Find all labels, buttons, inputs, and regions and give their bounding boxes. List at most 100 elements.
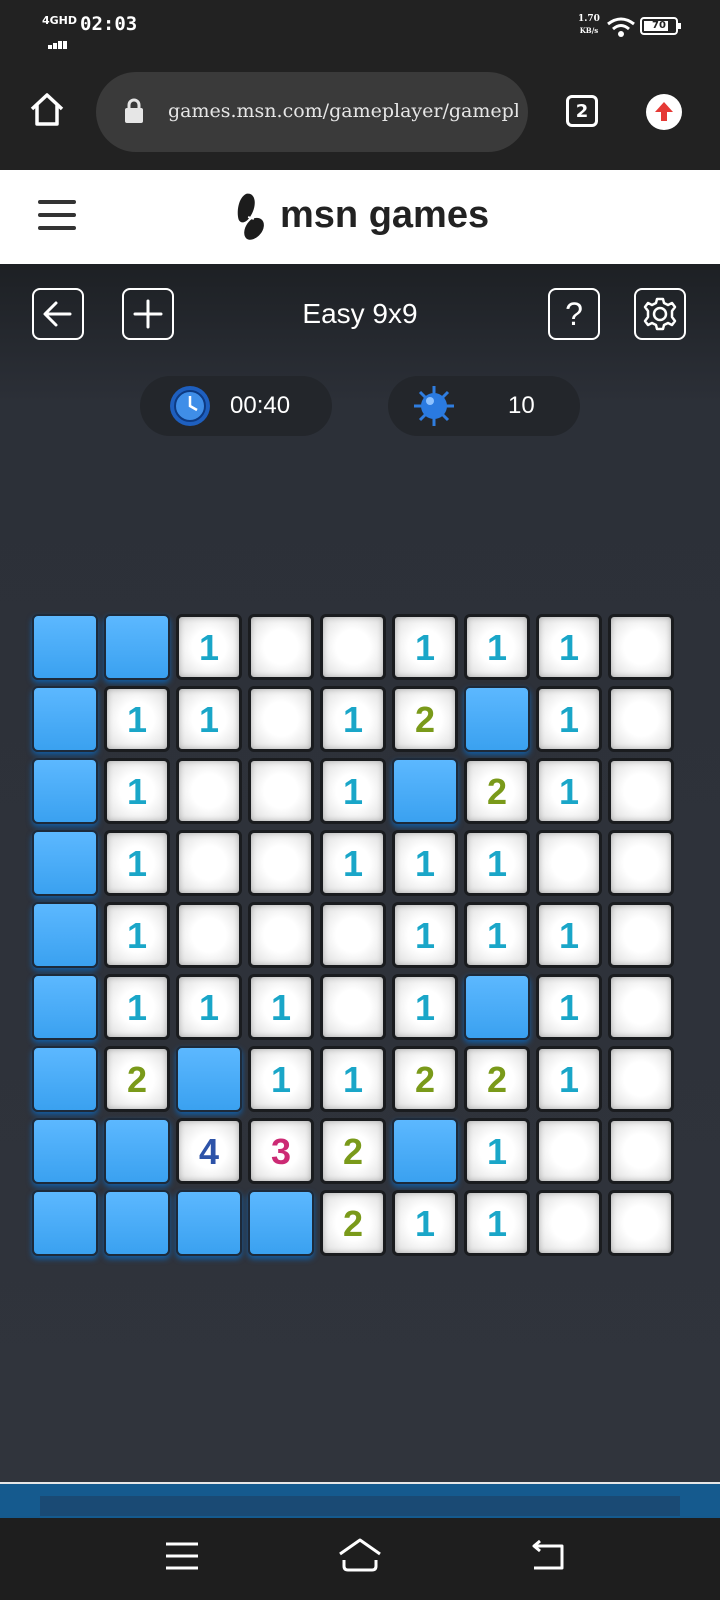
revealed-cell[interactable] [320,614,386,680]
revealed-cell[interactable]: 1 [536,1046,602,1112]
revealed-cell[interactable]: 3 [248,1118,314,1184]
update-button[interactable] [646,94,682,130]
hamburger-menu-button[interactable] [38,200,76,232]
revealed-cell[interactable]: 1 [464,614,530,680]
unrevealed-cell[interactable] [32,1190,98,1256]
system-nav-bar [0,1518,720,1600]
revealed-cell[interactable]: 1 [104,974,170,1040]
revealed-cell[interactable] [608,614,674,680]
revealed-cell[interactable]: 1 [320,1046,386,1112]
revealed-cell[interactable] [536,1190,602,1256]
unrevealed-cell[interactable] [464,974,530,1040]
revealed-cell[interactable]: 2 [320,1118,386,1184]
revealed-cell[interactable]: 1 [320,686,386,752]
unrevealed-cell[interactable] [176,1190,242,1256]
revealed-cell[interactable]: 1 [536,686,602,752]
revealed-cell[interactable]: 1 [536,974,602,1040]
revealed-cell[interactable]: 1 [536,614,602,680]
unrevealed-cell[interactable] [392,1118,458,1184]
clock-icon [170,386,210,426]
unrevealed-cell[interactable] [32,974,98,1040]
system-home-icon[interactable] [336,1536,384,1574]
unrevealed-cell[interactable] [32,830,98,896]
unrevealed-cell[interactable] [464,686,530,752]
revealed-cell[interactable]: 2 [392,686,458,752]
unrevealed-cell[interactable] [32,902,98,968]
revealed-cell[interactable]: 1 [392,614,458,680]
revealed-cell[interactable] [608,1190,674,1256]
revealed-cell[interactable] [248,686,314,752]
lock-icon [125,98,143,123]
unrevealed-cell[interactable] [176,1046,242,1112]
status-bar: 4GHD 02:03 1.70 KB/s 70 [0,0,720,52]
revealed-cell[interactable]: 1 [176,974,242,1040]
revealed-cell[interactable] [248,830,314,896]
browser-toolbar: games.msn.com/gameplayer/gameplay 2 [0,52,720,170]
revealed-cell[interactable]: 1 [464,902,530,968]
revealed-cell[interactable]: 1 [392,830,458,896]
revealed-cell[interactable] [608,902,674,968]
revealed-cell[interactable]: 1 [464,1118,530,1184]
unrevealed-cell[interactable] [32,614,98,680]
revealed-cell[interactable] [248,758,314,824]
revealed-cell[interactable]: 1 [176,614,242,680]
unrevealed-cell[interactable] [32,1118,98,1184]
revealed-cell[interactable]: 1 [392,974,458,1040]
revealed-cell[interactable] [176,758,242,824]
unrevealed-cell[interactable] [104,614,170,680]
unrevealed-cell[interactable] [392,758,458,824]
revealed-cell[interactable]: 1 [464,1190,530,1256]
speed-value: 1.70 [578,14,600,24]
system-back-icon[interactable] [528,1540,568,1572]
revealed-cell[interactable] [536,830,602,896]
game-title: Easy 9x9 [302,298,418,329]
revealed-cell[interactable]: 4 [176,1118,242,1184]
recent-apps-icon[interactable] [164,1540,200,1572]
revealed-cell[interactable] [176,830,242,896]
battery-icon: 70 [640,17,681,35]
revealed-cell[interactable]: 2 [464,758,530,824]
settings-button[interactable] [634,288,686,340]
revealed-cell[interactable] [608,974,674,1040]
revealed-cell[interactable] [608,830,674,896]
revealed-cell[interactable] [536,1118,602,1184]
revealed-cell[interactable] [320,902,386,968]
brand-name: msn games [280,194,490,236]
revealed-cell[interactable]: 1 [464,830,530,896]
revealed-cell[interactable]: 1 [104,902,170,968]
revealed-cell[interactable]: 1 [104,686,170,752]
revealed-cell[interactable] [248,614,314,680]
url-text[interactable]: games.msn.com/gameplayer/gameplay [168,100,518,130]
revealed-cell[interactable]: 1 [104,758,170,824]
revealed-cell[interactable]: 1 [392,902,458,968]
tab-switcher-button[interactable]: 2 [566,95,598,127]
revealed-cell[interactable]: 1 [536,758,602,824]
unrevealed-cell[interactable] [32,1046,98,1112]
revealed-cell[interactable]: 1 [248,1046,314,1112]
unrevealed-cell[interactable] [248,1190,314,1256]
revealed-cell[interactable] [608,686,674,752]
revealed-cell[interactable] [320,974,386,1040]
revealed-cell[interactable] [248,902,314,968]
revealed-cell[interactable] [608,1046,674,1112]
unrevealed-cell[interactable] [32,758,98,824]
revealed-cell[interactable]: 2 [320,1190,386,1256]
revealed-cell[interactable] [608,758,674,824]
home-icon[interactable] [28,90,66,128]
revealed-cell[interactable]: 1 [536,902,602,968]
unrevealed-cell[interactable] [32,686,98,752]
revealed-cell[interactable] [176,902,242,968]
unrevealed-cell[interactable] [104,1190,170,1256]
revealed-cell[interactable] [608,1118,674,1184]
revealed-cell[interactable]: 1 [104,830,170,896]
revealed-cell[interactable]: 1 [176,686,242,752]
revealed-cell[interactable]: 2 [464,1046,530,1112]
revealed-cell[interactable]: 1 [320,758,386,824]
help-button[interactable]: ? [548,288,600,340]
revealed-cell[interactable]: 1 [392,1190,458,1256]
unrevealed-cell[interactable] [104,1118,170,1184]
revealed-cell[interactable]: 1 [320,830,386,896]
revealed-cell[interactable]: 1 [248,974,314,1040]
revealed-cell[interactable]: 2 [392,1046,458,1112]
revealed-cell[interactable]: 2 [104,1046,170,1112]
